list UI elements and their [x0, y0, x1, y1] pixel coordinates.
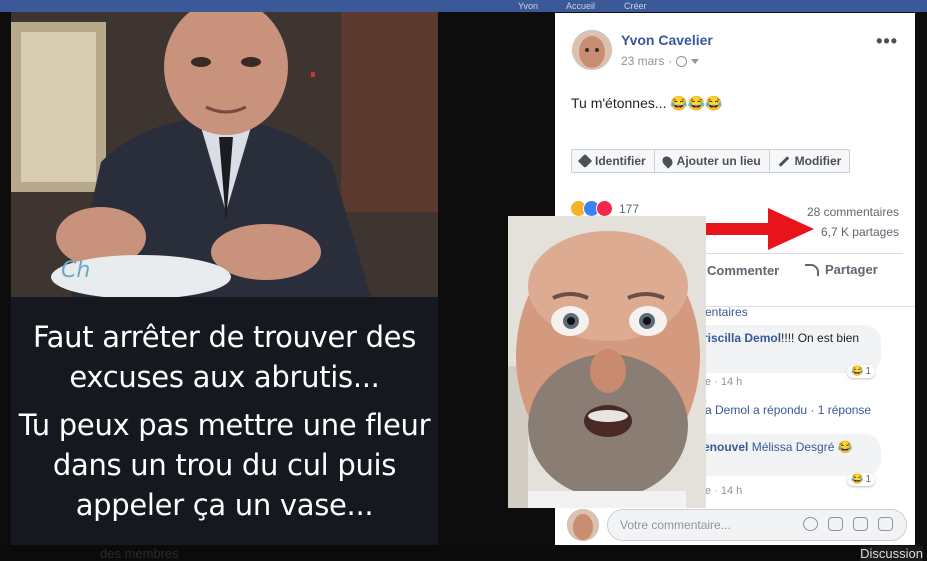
edit-button[interactable]: Modifier	[770, 150, 850, 172]
shared-image[interactable]: Ch Faut arrêter de trouver des excuses a…	[11, 12, 438, 545]
identify-button[interactable]: Identifier	[572, 150, 655, 172]
comment-reaction-badge[interactable]: 😂 1	[847, 473, 876, 486]
bottom-strip: des membres Discussion	[0, 545, 927, 561]
author-name[interactable]: Yvon Cavelier	[621, 32, 713, 48]
shares-count-link[interactable]: 6,7 K partages	[807, 222, 899, 242]
chevron-down-icon[interactable]	[691, 58, 700, 64]
haha-emoji: 😂	[851, 366, 864, 377]
top-navigation-strip: Yvon Accueil Créer	[0, 0, 927, 12]
members-tab[interactable]: des membres	[100, 546, 179, 561]
share-button[interactable]: Partager	[805, 262, 878, 277]
add-location-label: Ajouter un lieu	[676, 154, 761, 168]
author-avatar[interactable]	[572, 30, 612, 70]
love-reaction-icon	[596, 200, 613, 217]
comment-reaction-badge[interactable]: 😂 1	[847, 365, 876, 378]
comment-button[interactable]: Commenter	[707, 263, 779, 278]
share-icon	[805, 263, 819, 276]
post-stats: 28 commentaires 6,7 K partages	[807, 202, 899, 242]
image-caption-line-2: Tu peux pas mettre une fleur dans un tro…	[18, 408, 431, 522]
surprised-man-photo	[508, 216, 706, 508]
post-date[interactable]: 23 mars	[621, 54, 664, 68]
photo-scene: Ch	[11, 12, 438, 297]
overlay-selfie-photo	[508, 216, 706, 508]
red-arrow-annotation	[706, 208, 814, 250]
comment-mention[interactable]: Mélissa Desgré	[752, 440, 835, 454]
man-eating-illustration: Ch	[11, 12, 438, 297]
comments-header[interactable]: entaires	[705, 305, 748, 319]
comment-composer: Votre commentaire...	[567, 507, 907, 541]
avatar-face-icon	[567, 509, 599, 541]
gif-icon[interactable]	[853, 517, 868, 531]
add-location-button[interactable]: Ajouter un lieu	[655, 150, 770, 172]
comment-reaction-count: 1	[865, 474, 872, 485]
top-nav-create[interactable]: Créer	[624, 1, 647, 11]
top-nav-profile-name[interactable]: Yvon	[518, 1, 538, 11]
comment-bubble: enouvel Mélissa Desgré 😂	[693, 434, 881, 476]
identify-label: Identifier	[595, 154, 646, 168]
post-tag-toolbar: Identifier Ajouter un lieu Modifier	[571, 149, 851, 173]
share-label: Partager	[825, 262, 878, 277]
comment-author[interactable]: riscilla Demol	[703, 331, 781, 345]
location-pin-icon	[660, 153, 675, 169]
comment-meta: e · 14 h	[705, 376, 743, 388]
pencil-icon	[778, 155, 789, 167]
comment-text: !!!! On est bien	[781, 331, 860, 345]
discussion-tab[interactable]: Discussion	[860, 546, 923, 561]
replies-link[interactable]: a Demol a répondu · 1 réponse	[705, 403, 871, 417]
camera-icon[interactable]	[828, 517, 843, 531]
top-nav-home[interactable]: Accueil	[566, 1, 595, 11]
avatar-face-icon	[572, 30, 612, 70]
tag-icon	[577, 153, 593, 169]
image-caption-line-1: Faut arrêter de trouver des excuses aux …	[32, 320, 417, 394]
dot-separator: ·	[668, 54, 673, 68]
post-text: Tu m'étonnes... 😂😂😂	[571, 95, 723, 111]
reaction-count: 177	[619, 201, 640, 216]
comment-meta: e · 14 h	[705, 485, 743, 497]
post-meta: 23 mars ·	[621, 54, 700, 68]
svg-text:Ch: Ch	[61, 258, 90, 283]
reaction-summary[interactable]: 177	[570, 200, 639, 217]
edit-label: Modifier	[794, 154, 842, 168]
globe-icon[interactable]	[676, 55, 688, 67]
haha-emoji: 😂	[851, 474, 864, 485]
comment-author[interactable]: enouvel	[703, 440, 748, 454]
composer-icons	[803, 517, 893, 531]
user-avatar[interactable]	[567, 509, 599, 541]
comment-emoji: 😂	[837, 440, 853, 454]
emoji-icon[interactable]	[803, 517, 818, 531]
comments-count-link[interactable]: 28 commentaires	[807, 202, 899, 222]
more-options-icon[interactable]: •••	[876, 31, 898, 52]
comment-reaction-count: 1	[865, 366, 872, 377]
sticker-icon[interactable]	[878, 517, 893, 531]
